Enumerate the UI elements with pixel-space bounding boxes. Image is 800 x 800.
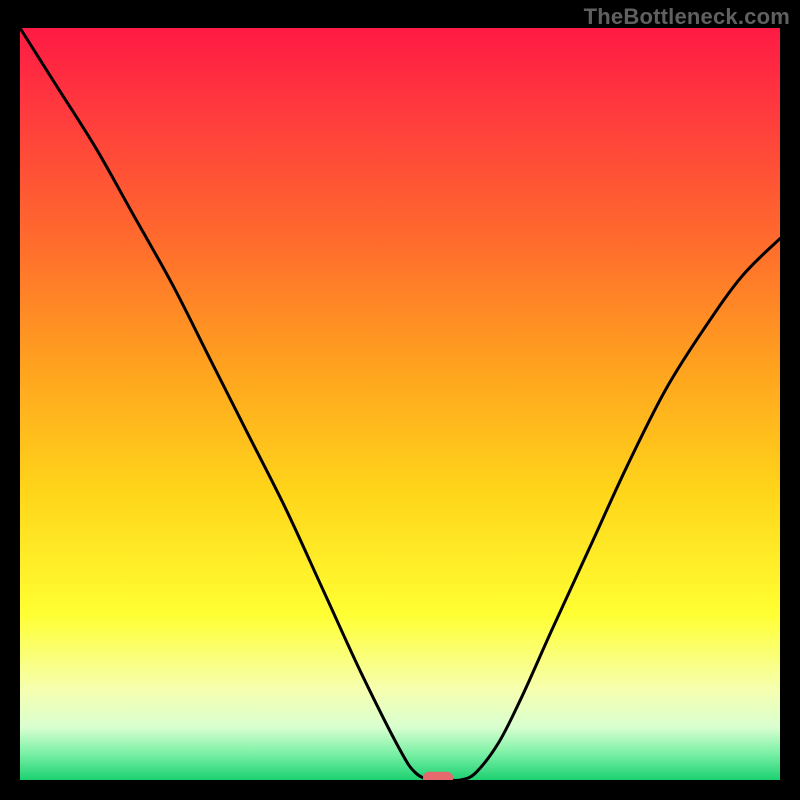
watermark-label: TheBottleneck.com: [584, 4, 790, 30]
minimum-marker: [423, 772, 453, 780]
plot-area: [20, 28, 780, 780]
chart-frame: TheBottleneck.com: [0, 0, 800, 800]
bottleneck-curve-chart: [20, 28, 780, 780]
gradient-background: [20, 28, 780, 780]
